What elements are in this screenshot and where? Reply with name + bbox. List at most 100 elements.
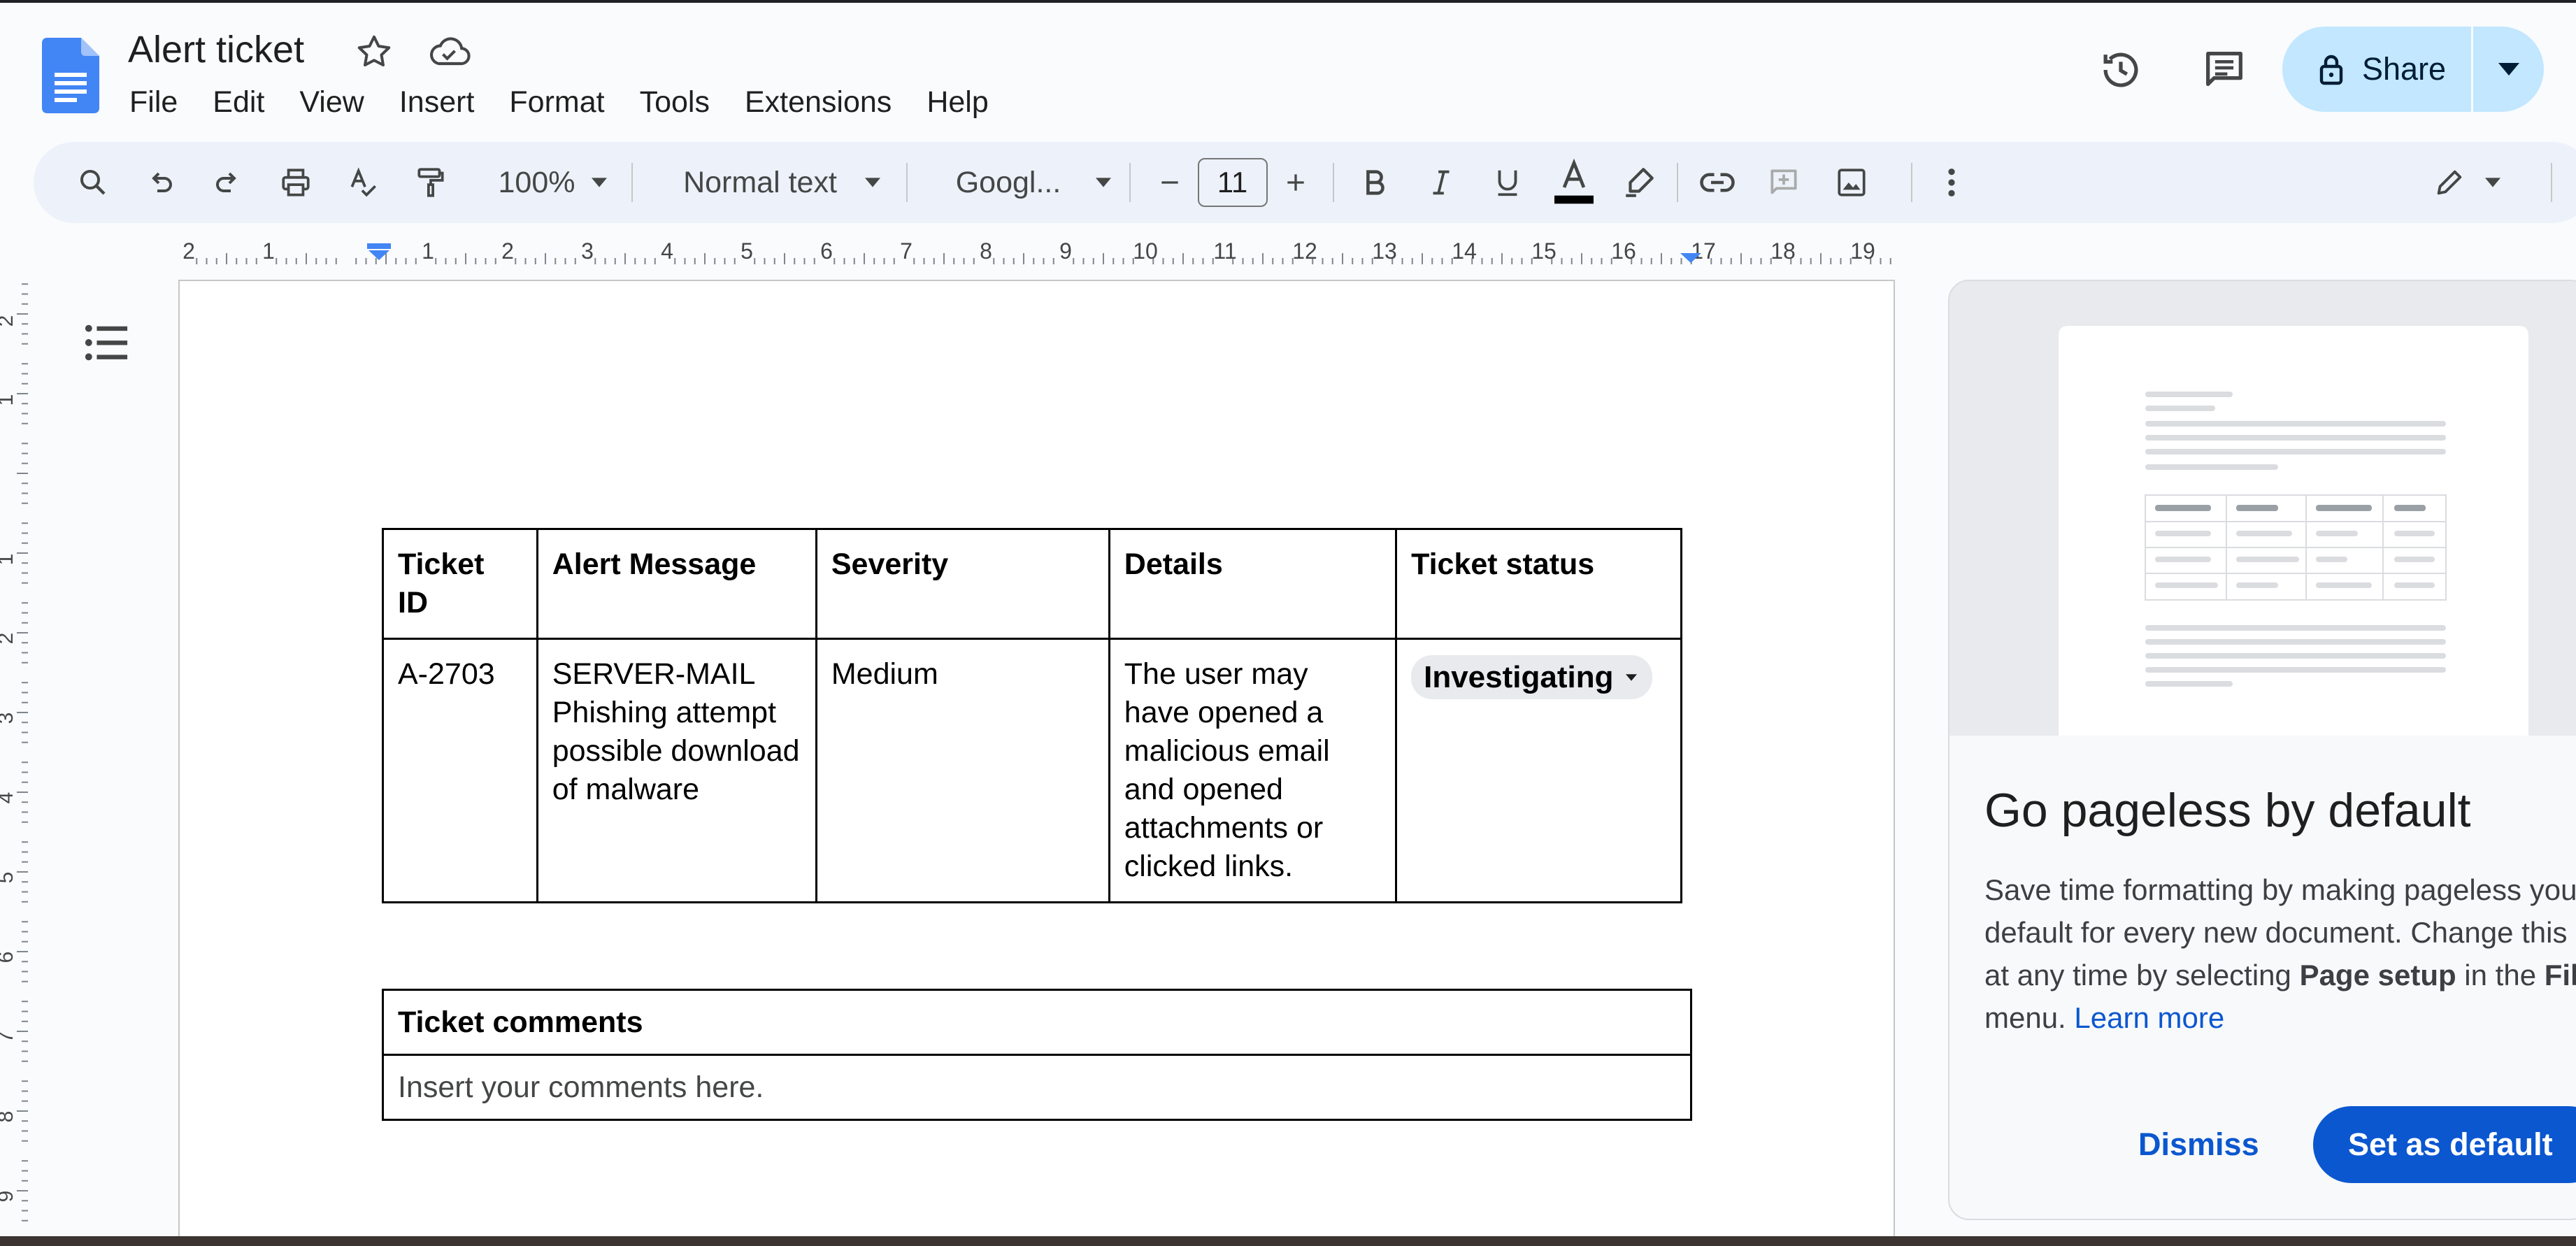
cell-ticket-id[interactable]: A-2703: [382, 638, 538, 903]
insert-image-button[interactable]: [1825, 142, 1877, 223]
menu-help[interactable]: Help: [909, 81, 1006, 123]
zoom-select[interactable]: 100%: [474, 142, 631, 223]
dismiss-button[interactable]: Dismiss: [2117, 1106, 2280, 1183]
document-outline-icon[interactable]: [83, 320, 131, 365]
menu-tools[interactable]: Tools: [622, 81, 727, 123]
spell-check-button[interactable]: [339, 142, 388, 223]
document-title[interactable]: Alert ticket: [128, 28, 304, 71]
table-header-row: Ticket ID Alert Message Severity Details…: [382, 528, 1682, 640]
ruler-label: 10: [1133, 238, 1158, 264]
ruler-label: 1: [0, 394, 17, 406]
more-options-button[interactable]: [1925, 142, 1977, 223]
learn-more-link[interactable]: Learn more: [2074, 1001, 2224, 1034]
underline-button[interactable]: [1481, 142, 1533, 223]
ruler-label: 5: [0, 872, 17, 884]
ruler-label: 15: [1531, 238, 1557, 264]
pencil-icon: [2437, 170, 2462, 195]
cloud-saved-icon[interactable]: [425, 31, 473, 73]
redo-icon: [216, 172, 236, 192]
font-select[interactable]: Googl...: [925, 142, 1142, 223]
share-label: Share: [2362, 51, 2447, 87]
version-history-icon[interactable]: [2087, 36, 2154, 103]
bold-button[interactable]: [1348, 142, 1401, 223]
toolbar-separator: [1129, 163, 1131, 202]
menu-view[interactable]: View: [282, 81, 381, 123]
redo-button[interactable]: [203, 142, 252, 223]
font-size-input[interactable]: 11: [1196, 142, 1269, 223]
cell-ticket-status[interactable]: Investigating: [1395, 638, 1682, 903]
ruler-label: 13: [1372, 238, 1397, 264]
search-menus-button[interactable]: [69, 142, 117, 223]
vertical-ruler[interactable]: 2 1 1 2 3 4 5 6 7 8 9: [0, 274, 28, 1239]
ruler-label: 3: [0, 712, 17, 724]
document-page[interactable]: Ticket ID Alert Message Severity Details…: [178, 280, 1895, 1246]
header-ticket-id[interactable]: Ticket ID: [382, 528, 538, 640]
cell-alert-message[interactable]: SERVER-MAIL Phishing attempt possible do…: [536, 638, 817, 903]
docs-logo-icon[interactable]: [42, 38, 99, 113]
bold-icon: [1366, 170, 1384, 195]
menu-file[interactable]: File: [112, 81, 195, 123]
increase-font-size-button[interactable]: [1271, 142, 1320, 223]
editing-mode-button[interactable]: [2418, 142, 2516, 223]
decrease-font-size-button[interactable]: [1145, 142, 1194, 223]
ruler-labels: 2 1 1 2 3 4 5 6 7 8 9: [0, 315, 17, 1203]
font-size-value: 11: [1197, 158, 1268, 207]
left-indent-marker[interactable]: [367, 243, 391, 260]
set-as-default-button[interactable]: Set as default: [2313, 1106, 2576, 1183]
ticket-comments-table[interactable]: Ticket comments Insert your comments her…: [382, 989, 1692, 1121]
paragraph-style-select[interactable]: Normal text: [649, 142, 915, 223]
ruler-label: 2: [183, 238, 195, 264]
horizontal-ruler[interactable]: 2 1 1 2 3 4 5 6 7 8 9 10 11 12 13 14 15 16 17 18 19: [178, 236, 1905, 271]
paint-format-button[interactable]: [406, 142, 455, 223]
highlight-color-button[interactable]: [1612, 142, 1665, 223]
comments-header[interactable]: Ticket comments: [382, 989, 1692, 1056]
header-alert-message[interactable]: Alert Message: [536, 528, 817, 640]
status-dropdown-chip[interactable]: Investigating: [1411, 655, 1653, 699]
ruler-label: 8: [980, 238, 992, 264]
menu-edit[interactable]: Edit: [195, 81, 282, 123]
ruler-label: 16: [1611, 238, 1636, 264]
caret-down-icon: [592, 178, 608, 187]
cell-severity[interactable]: Medium: [815, 638, 1110, 903]
insert-link-button[interactable]: [1691, 142, 1743, 223]
header-ticket-status[interactable]: Ticket status: [1395, 528, 1682, 640]
ruler-label: 1: [262, 238, 275, 264]
ruler-label: 14: [1452, 238, 1477, 264]
ruler-label: 7: [0, 1031, 17, 1043]
print-button[interactable]: [271, 142, 320, 223]
zoom-value: 100%: [498, 165, 575, 199]
header-severity[interactable]: Severity: [815, 528, 1110, 640]
add-comment-button[interactable]: [1757, 142, 1810, 223]
undo-button[interactable]: [136, 142, 185, 223]
ruler-label: 3: [581, 238, 594, 264]
paint-format-icon: [417, 168, 444, 197]
search-icon: [80, 170, 106, 195]
formatting-toolbar: 100% Normal text Googl... 11: [34, 142, 2576, 223]
italic-button[interactable]: [1415, 142, 1467, 223]
image-icon: [1837, 169, 1866, 196]
ruler-label: 2: [0, 315, 17, 327]
ruler-ticks: [17, 283, 28, 1222]
toolbar-separator: [1911, 163, 1912, 202]
text-color-icon: [1554, 158, 1594, 204]
header-details[interactable]: Details: [1108, 528, 1398, 640]
ruler-label: 11: [1213, 238, 1236, 264]
menu-extensions[interactable]: Extensions: [727, 81, 909, 123]
comments-input-cell[interactable]: Insert your comments here.: [382, 1054, 1692, 1121]
alert-ticket-table[interactable]: Ticket ID Alert Message Severity Details…: [382, 528, 1682, 903]
ruler-label: 2: [0, 633, 17, 645]
ruler-label: 17: [1691, 238, 1716, 264]
comments-icon[interactable]: [2191, 36, 2258, 103]
star-icon[interactable]: [353, 31, 395, 73]
share-dropdown-button[interactable]: [2473, 27, 2544, 112]
text-color-button[interactable]: [1547, 142, 1600, 223]
ruler-label: 2: [501, 238, 514, 264]
share-button[interactable]: Share: [2282, 27, 2471, 112]
cell-details[interactable]: The user may have opened a malicious ema…: [1108, 638, 1398, 903]
menu-insert[interactable]: Insert: [382, 81, 492, 123]
undo-icon: [152, 172, 172, 192]
underline-icon: [1498, 170, 1517, 196]
panel-body-part: menu.: [1984, 1001, 2075, 1034]
spellcheck-icon: [350, 167, 376, 197]
menu-format[interactable]: Format: [492, 81, 622, 123]
